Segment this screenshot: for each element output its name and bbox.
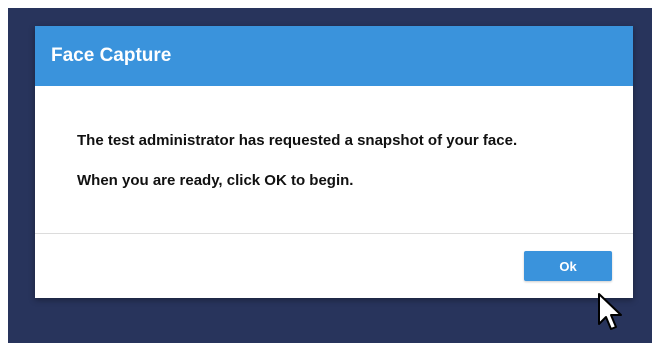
dialog-title: Face Capture <box>51 45 172 66</box>
dialog-message-line-2: When you are ready, click OK to begin. <box>77 172 354 189</box>
face-capture-dialog: Face Capture The test administrator has … <box>35 26 633 298</box>
desktop-background: Face Capture The test administrator has … <box>8 8 652 343</box>
ok-button[interactable]: Ok <box>524 251 612 281</box>
mouse-pointer-icon <box>598 293 622 330</box>
dialog-body: The test administrator has requested a s… <box>35 86 633 234</box>
dialog-message-line-1: The test administrator has requested a s… <box>77 132 518 149</box>
dialog-header: Face Capture <box>35 26 633 86</box>
dialog-footer: Ok <box>35 234 633 297</box>
